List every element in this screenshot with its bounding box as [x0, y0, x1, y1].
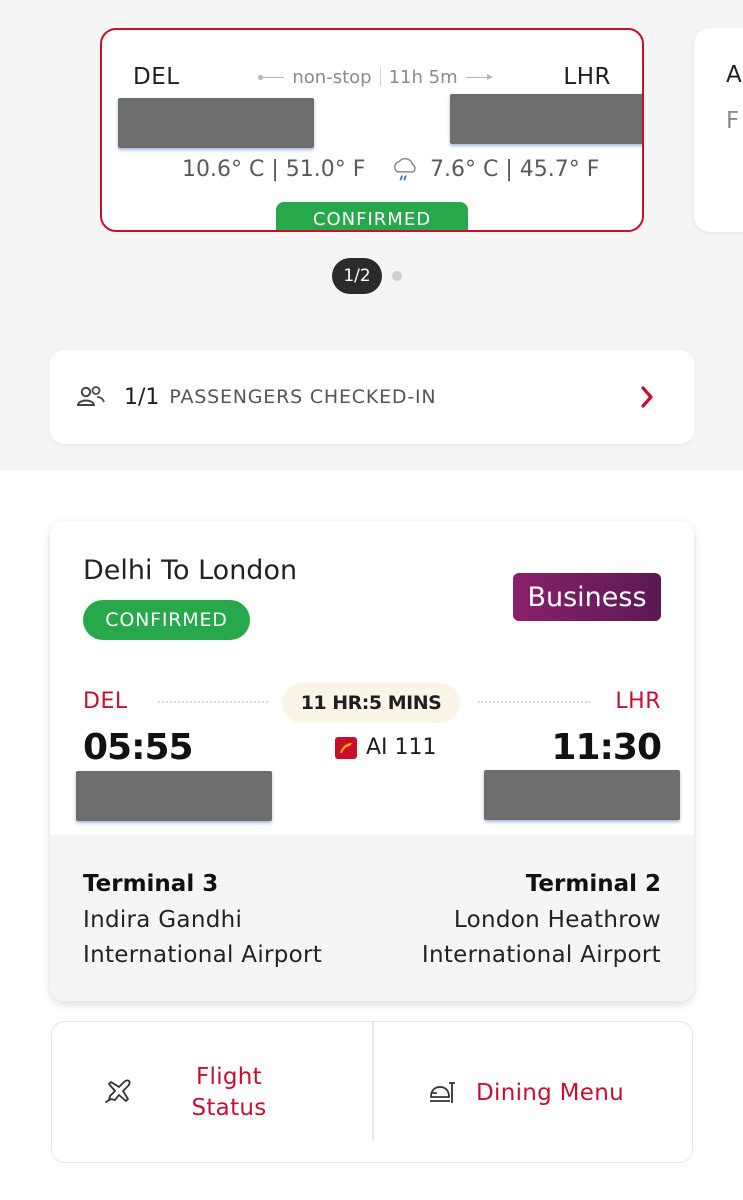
route-line-right	[465, 73, 493, 80]
passengers-icon	[76, 384, 106, 410]
destination-weather: 7.6° C | 45.7° F	[390, 154, 599, 184]
page-indicator: 1/2	[332, 258, 382, 294]
origin-code: DEL	[133, 64, 180, 90]
moon-icon	[142, 154, 172, 184]
departure-code: DEL	[83, 689, 128, 714]
destination-code: LHR	[563, 64, 611, 90]
next-trip-code: A	[726, 62, 742, 88]
departure-time: 05:55	[83, 727, 194, 768]
trip-duration: 11h 5m	[388, 66, 458, 88]
redacted-arrival-date	[484, 770, 680, 820]
dotted-line-right	[478, 701, 590, 703]
passengers-checkin-row[interactable]: 1/1 PASSENGERS CHECKED-IN	[50, 350, 694, 444]
arrival-airport: London Heathrow International Airport	[422, 903, 661, 973]
page-dot[interactable]	[392, 271, 402, 281]
arrival-airport-line1: London Heathrow	[453, 907, 661, 933]
redacted-destination-city	[450, 94, 642, 144]
carousel-pager[interactable]: 1/2	[332, 258, 402, 294]
flight-status-button[interactable]: Flight Status	[52, 1022, 372, 1164]
booking-status-badge: CONFIRMED	[83, 600, 250, 640]
flight-number-text: AI 111	[366, 735, 437, 760]
trip-summary-card[interactable]: DEL non-stop 11h 5m LHR 10.6° C | 51.0° …	[100, 28, 644, 232]
dining-menu-icon	[424, 1075, 460, 1111]
origin-weather: 10.6° C | 51.0° F	[142, 154, 365, 184]
arrival-terminal: Terminal 2	[525, 871, 661, 897]
terminal-info: Terminal 3 Indira Gandhi International A…	[50, 835, 694, 1001]
route-separator	[379, 68, 381, 86]
flight-status-label: Flight Status	[174, 1062, 284, 1124]
arrival-airport-line2: International Airport	[421, 942, 661, 968]
flight-actions: Flight Status Dining Menu	[51, 1021, 693, 1163]
status-badge: CONFIRMED	[276, 202, 468, 230]
next-trip-card[interactable]: A F	[694, 28, 743, 232]
checkin-count: 1/1	[124, 384, 160, 410]
flight-status-label-line1: Flight	[195, 1064, 262, 1090]
redacted-departure-date	[76, 771, 272, 821]
departure-airport-line1: Indira Gandhi	[83, 907, 243, 933]
flight-duration: 11 HR:5 MINS	[282, 683, 460, 723]
cabin-class-badge: Business	[513, 573, 661, 621]
route-info: non-stop 11h 5m	[240, 66, 510, 88]
departure-airport-line2: International Airport	[83, 942, 323, 968]
arrival-code: LHR	[615, 689, 661, 714]
airplane-icon	[100, 1075, 136, 1111]
dining-menu-button[interactable]: Dining Menu	[374, 1022, 694, 1164]
origin-temperature: 10.6° C | 51.0° F	[182, 156, 366, 182]
flight-status-label-line2: Status	[191, 1095, 267, 1121]
dotted-line-left	[158, 701, 268, 703]
dining-menu-label: Dining Menu	[476, 1080, 625, 1106]
next-trip-text: F	[726, 108, 740, 134]
departure-terminal: Terminal 3	[83, 871, 219, 897]
chevron-right-icon[interactable]	[638, 383, 656, 411]
airline-logo-icon	[335, 736, 357, 759]
route-line-left	[258, 74, 285, 80]
redacted-origin-city	[118, 98, 314, 148]
destination-temperature: 7.6° C | 45.7° F	[430, 156, 600, 182]
rain-cloud-icon	[390, 154, 420, 184]
checkin-label: PASSENGERS CHECKED-IN	[169, 386, 437, 408]
flight-number: AI 111	[335, 735, 437, 760]
stops-label: non-stop	[292, 66, 372, 88]
route-title: Delhi To London	[83, 555, 298, 586]
arrival-time: 11:30	[551, 727, 662, 768]
departure-airport: Indira Gandhi International Airport	[83, 903, 322, 973]
flight-details-card: Delhi To London CONFIRMED Business DEL 1…	[50, 521, 694, 1001]
